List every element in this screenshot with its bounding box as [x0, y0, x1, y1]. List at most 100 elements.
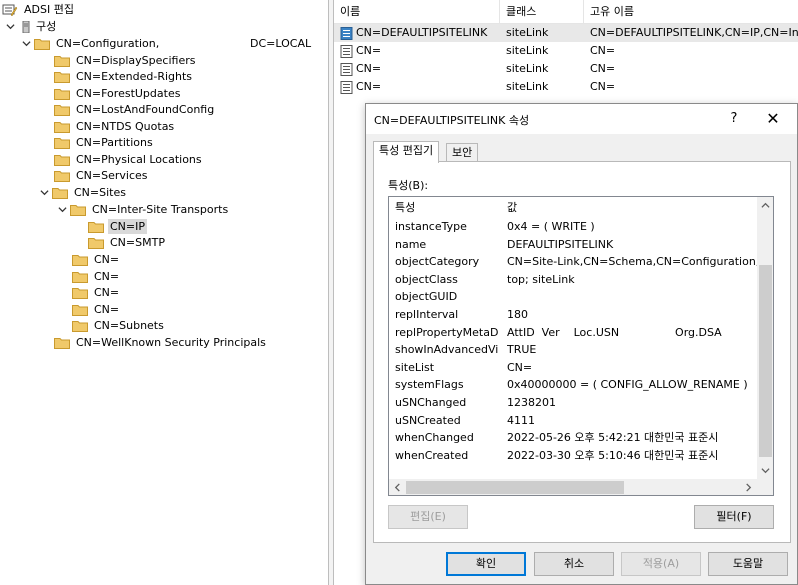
grid-header-attribute[interactable]: 특성 — [389, 197, 415, 219]
tree-item-extended-rights[interactable]: CN=Extended-Rights — [54, 68, 194, 85]
attribute-value: 2022-05-26 오후 5:42:21 대한민국 표준시 — [507, 431, 719, 445]
attribute-row[interactable]: showInAdvancedVi... TRUE — [389, 341, 759, 359]
tree-item-label: CN=Partitions — [76, 136, 153, 149]
column-header-class[interactable]: 클래스 — [500, 0, 584, 24]
tree-item-site[interactable]: CN= — [72, 301, 121, 318]
list-row[interactable]: CN= siteLink CN= — [334, 42, 798, 60]
tree-item-smtp[interactable]: CN=SMTP — [88, 234, 167, 251]
tree-pane[interactable]: ADSI 편집 구성 CN=Configuration, DC=LOCAL CN… — [0, 0, 328, 585]
attribute-value: top; siteLink — [507, 272, 575, 286]
list-row[interactable]: CN= siteLink CN= — [334, 78, 798, 96]
folder-icon — [72, 304, 88, 316]
vertical-scrollbar[interactable] — [757, 197, 773, 479]
folder-icon — [54, 104, 70, 116]
tree-item-subnets[interactable]: CN=Subnets — [72, 317, 166, 334]
attribute-name: siteList — [395, 360, 435, 374]
tree-item-label: CN=LostAndFoundConfig — [76, 103, 215, 116]
attributes-grid[interactable]: 특성 값 instanceType 0x4 = ( WRITE ) name D… — [388, 196, 774, 496]
list-cell-class: siteLink — [506, 62, 549, 75]
tree-item-label: CN= — [94, 253, 120, 266]
tree-item-configuration[interactable]: CN=Configuration, DC=LOCAL — [20, 35, 328, 52]
tree-item-inter-site-transports[interactable]: CN=Inter-Site Transports — [56, 201, 230, 218]
horizontal-scrollbar[interactable] — [389, 479, 757, 495]
attribute-row[interactable]: systemFlags 0x40000000 = ( CONFIG_ALLOW_… — [389, 376, 759, 394]
filter-button[interactable]: 필터(F) — [694, 505, 774, 529]
list-row[interactable]: CN= siteLink CN= — [334, 60, 798, 78]
attribute-row[interactable]: replPropertyMetaD... AttID Ver Loc.USN O… — [389, 324, 759, 342]
tree-item-services[interactable]: CN=Services — [54, 167, 150, 184]
scroll-down-icon[interactable] — [757, 462, 773, 479]
tree-item-site[interactable]: CN= — [72, 284, 121, 301]
tree-item-partitions[interactable]: CN=Partitions — [54, 134, 155, 151]
chevron-down-icon[interactable] — [56, 204, 68, 216]
attribute-row[interactable]: objectGUID — [389, 288, 759, 306]
close-icon[interactable]: ✕ — [762, 108, 784, 130]
adsi-edit-icon — [2, 4, 18, 16]
ok-button[interactable]: 확인 — [446, 552, 526, 576]
chevron-down-icon[interactable] — [4, 21, 16, 33]
column-header-name[interactable]: 이름 — [334, 0, 500, 24]
help-button[interactable]: 도움말 — [708, 552, 788, 576]
attribute-row[interactable]: siteList CN= — [389, 359, 759, 377]
attribute-row[interactable]: name DEFAULTIPSITELINK — [389, 236, 759, 254]
scroll-left-icon[interactable] — [389, 479, 406, 495]
tree-item-wellknown-principals[interactable]: CN=WellKnown Security Principals — [54, 334, 268, 351]
tree-item-forestupdates[interactable]: CN=ForestUpdates — [54, 85, 182, 102]
tree-item-ip[interactable]: CN=IP — [88, 218, 148, 235]
tree-item-physical-locations[interactable]: CN=Physical Locations — [54, 151, 204, 168]
tree-item-label: CN=Inter-Site Transports — [92, 203, 229, 216]
list-row[interactable]: CN=DEFAULTIPSITELINK siteLink CN=DEFAULT… — [334, 24, 798, 42]
folder-icon — [54, 170, 70, 182]
column-header-dn[interactable]: 고유 이름 — [584, 0, 798, 24]
attribute-row[interactable]: instanceType 0x4 = ( WRITE ) — [389, 218, 759, 236]
tab-security[interactable]: 보안 — [446, 143, 479, 163]
attribute-row[interactable]: uSNCreated 4111 — [389, 412, 759, 430]
list-cell-dn: CN= — [590, 80, 616, 93]
horizontal-scroll-thumb[interactable] — [406, 481, 624, 494]
attribute-row[interactable]: replInterval 180 — [389, 306, 759, 324]
tab-attribute-editor[interactable]: 특성 편집기 — [373, 141, 440, 163]
tree-item-displayspecifiers[interactable]: CN=DisplaySpecifiers — [54, 52, 197, 69]
attribute-value: 4111 — [507, 413, 535, 427]
tree-item-label: CN=DisplaySpecifiers — [76, 54, 196, 67]
attribute-row[interactable]: whenChanged 2022-05-26 오후 5:42:21 대한민국 표… — [389, 429, 759, 447]
cancel-button[interactable]: 취소 — [534, 552, 614, 576]
tree-item-label: CN=IP — [108, 219, 148, 234]
tree-item-label: 구성 — [36, 20, 57, 33]
chevron-down-icon[interactable] — [20, 38, 32, 50]
list-cell-class: siteLink — [506, 44, 549, 57]
scroll-up-icon[interactable] — [757, 197, 773, 214]
dialog-title-bar[interactable]: CN=DEFAULTIPSITELINK 속성 ? ✕ — [366, 104, 797, 134]
attribute-value: DEFAULTIPSITELINK — [507, 237, 614, 251]
attribute-row[interactable]: whenCreated 2022-03-30 오후 5:10:46 대한민국 표… — [389, 447, 759, 465]
attribute-name: showInAdvancedVi... — [395, 343, 499, 357]
attribute-row[interactable]: objectCategory CN=Site-Link,CN=Schema,CN… — [389, 253, 759, 271]
properties-dialog[interactable]: CN=DEFAULTIPSITELINK 속성 ? ✕ 특성 편집기 보안 특성… — [365, 103, 798, 585]
edit-button[interactable]: 편집(E) — [388, 505, 468, 529]
tree-item-ntds-quotas[interactable]: CN=NTDS Quotas — [54, 118, 176, 135]
dialog-title: CN=DEFAULTIPSITELINK 속성 — [374, 114, 530, 127]
attribute-name: systemFlags — [395, 378, 464, 392]
tree-item-label: CN=SMTP — [110, 236, 165, 249]
apply-button[interactable]: 적용(A) — [621, 552, 701, 576]
list-cell-name: CN= — [356, 44, 382, 57]
tree-item-config-container[interactable]: 구성 — [4, 18, 58, 35]
chevron-down-icon[interactable] — [38, 187, 50, 199]
site-link-icon — [340, 45, 353, 58]
tree-item-site[interactable]: CN= — [72, 251, 121, 268]
tree-root[interactable]: ADSI 편집 — [2, 1, 76, 18]
attribute-row[interactable]: objectClass top; siteLink — [389, 271, 759, 289]
tree-item-site[interactable]: CN= — [72, 268, 121, 285]
folder-icon — [54, 71, 70, 83]
grid-header-value[interactable]: 값 — [501, 197, 517, 219]
folder-icon — [72, 254, 88, 266]
help-icon[interactable]: ? — [723, 108, 745, 130]
attribute-row[interactable]: uSNChanged 1238201 — [389, 394, 759, 412]
tree-item-lostandfound[interactable]: CN=LostAndFoundConfig — [54, 101, 216, 118]
vertical-scroll-thumb[interactable] — [759, 265, 772, 457]
tree-item-label: CN=Extended-Rights — [76, 70, 193, 83]
scroll-right-icon[interactable] — [740, 479, 757, 495]
tree-item-label: CN=WellKnown Security Principals — [76, 336, 266, 349]
tree-item-sites[interactable]: CN=Sites — [38, 184, 128, 201]
tree-item-label: CN=Subnets — [94, 319, 164, 332]
